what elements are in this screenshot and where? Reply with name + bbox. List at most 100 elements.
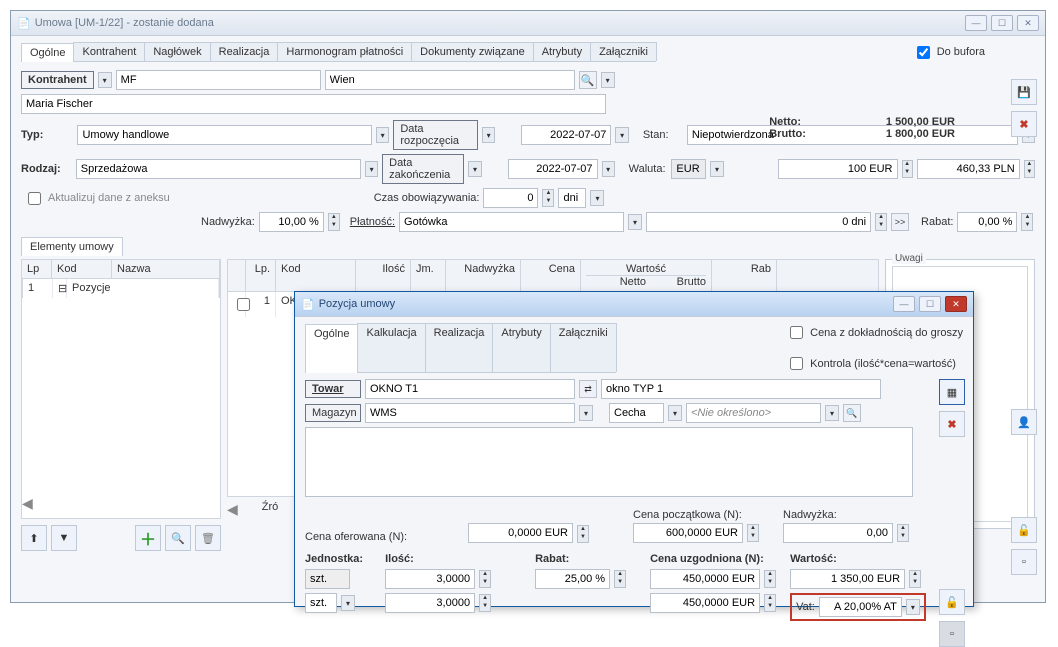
ilosc-input[interactable] [385, 569, 475, 589]
ilosc-spinner2[interactable]: ▲▼ [479, 594, 491, 612]
dlg-tab-zalaczniki[interactable]: Załączniki [550, 323, 617, 372]
wartosc-input[interactable] [790, 569, 905, 589]
data-zak-cal[interactable]: ▾ [602, 161, 615, 177]
tab-atrybuty[interactable]: Atrybuty [533, 42, 591, 61]
typ-dd[interactable]: ▾ [376, 127, 389, 143]
data-zak-dd[interactable]: ▾ [468, 161, 481, 177]
czas-spinner[interactable]: ▲▼ [542, 189, 554, 207]
dlg-rabat-input[interactable] [535, 569, 610, 589]
dlg-nadwyzka-spinner[interactable]: ▲▼ [897, 524, 909, 542]
kontrahent-dropdown[interactable]: ▾ [98, 72, 112, 88]
dlg-grid-icon[interactable]: ▦ [939, 379, 965, 405]
lock-icon[interactable]: 🔓 [1011, 517, 1037, 543]
cecha-dd[interactable]: ▾ [668, 405, 682, 421]
nadwyzka-input[interactable] [259, 212, 324, 232]
czas-input[interactable] [483, 188, 538, 208]
platnosc-dd[interactable]: ▾ [628, 214, 642, 230]
close-button[interactable]: ✕ [1017, 15, 1039, 31]
cena-oferowana-input[interactable] [468, 523, 573, 543]
dlg-lock-icon[interactable]: 🔓 [939, 589, 965, 615]
wartosc-spinner[interactable]: ▲▼ [909, 570, 921, 588]
table-scroll-left[interactable]: ◀ [227, 501, 238, 518]
cena-groszy-checkbox[interactable]: Cena z dokładnością do groszy [786, 323, 963, 342]
minimize-button[interactable]: — [965, 15, 987, 31]
towar-input[interactable] [365, 379, 575, 399]
dlg-rabat-spinner[interactable]: ▲▼ [614, 570, 626, 588]
cecha-val-input[interactable] [686, 403, 821, 423]
waluta-rate-spinner[interactable]: ▲▼ [902, 160, 913, 178]
cena-poczatkowa-input[interactable] [633, 523, 743, 543]
search-icon[interactable]: 🔍 [579, 71, 597, 89]
tab-naglowek[interactable]: Nagłówek [144, 42, 210, 61]
magazyn-button[interactable]: Magazyn [305, 404, 361, 422]
tree-scroll-left[interactable]: ◀ [22, 495, 33, 512]
do-bufora-checkbox[interactable]: Do bufora [913, 43, 985, 62]
dlg-tab-atrybuty[interactable]: Atrybuty [492, 323, 550, 372]
add-button[interactable]: ＋ [135, 525, 161, 551]
waluta-pln-input[interactable] [917, 159, 1020, 179]
czas-unit-dd[interactable]: ▾ [590, 190, 604, 206]
platnosc-label[interactable]: Płatność: [350, 216, 395, 228]
kontrahent-code-input[interactable] [116, 70, 321, 90]
nadwyzka-spinner[interactable]: ▲▼ [328, 213, 340, 231]
cena-poczatkowa-spinner[interactable]: ▲▼ [747, 524, 759, 542]
export-button[interactable]: ⬆ [21, 525, 47, 551]
cena-oferowana-spinner[interactable]: ▲▼ [577, 525, 589, 543]
kontrahent-name-input[interactable] [21, 94, 606, 114]
platnosc-input[interactable] [399, 212, 624, 232]
dlg-tab-ogolne[interactable]: Ogólne [305, 324, 358, 373]
kontrahent-button[interactable]: Kontrahent [21, 71, 94, 89]
rodzaj-dd[interactable]: ▾ [365, 161, 378, 177]
cecha-val-dd[interactable]: ▾ [825, 405, 839, 421]
tag-icon[interactable]: ▫ [1011, 549, 1037, 575]
data-rozp-input[interactable] [521, 125, 611, 145]
elementy-tab[interactable]: Elementy umowy [21, 237, 123, 256]
aktualizuj-input[interactable] [28, 192, 41, 205]
dlg-minimize-button[interactable]: — [893, 296, 915, 312]
dlg-close-button[interactable]: ✕ [945, 296, 967, 312]
data-zak-button[interactable]: Data zakończenia [382, 154, 464, 184]
aktualizuj-checkbox[interactable]: Aktualizuj dane z aneksu [24, 189, 170, 208]
filter-button[interactable]: ▼ [51, 525, 77, 551]
delete-button[interactable]: 🗑 [195, 525, 221, 551]
towar-link-icon[interactable]: ⇄ [579, 380, 597, 398]
kontrahent-city-input[interactable] [325, 70, 575, 90]
data-rozp-cal[interactable]: ▾ [615, 127, 628, 143]
tab-ogolne[interactable]: Ogólne [21, 43, 74, 62]
rabat-input[interactable] [957, 212, 1017, 232]
jednostka-dd[interactable]: ▾ [341, 595, 355, 611]
data-rozp-dd[interactable]: ▾ [482, 127, 495, 143]
dlg-delete-icon[interactable]: ✖ [939, 411, 965, 437]
magazyn-dd[interactable]: ▾ [579, 405, 593, 421]
tab-dokumenty[interactable]: Dokumenty związane [411, 42, 534, 61]
waluta-dd[interactable]: ▾ [710, 161, 723, 177]
rodzaj-input[interactable] [76, 159, 361, 179]
dlg-nadwyzka-input[interactable] [783, 523, 893, 543]
tree-row[interactable]: 1 ⊟ Pozycje [22, 279, 220, 298]
tree-body[interactable]: 1 ⊟ Pozycje ◀ [21, 279, 221, 519]
platnosc-dni-input[interactable] [646, 212, 871, 232]
cena-uzg-spinner2[interactable]: ▲▼ [764, 594, 776, 612]
cecha-label-input[interactable] [609, 403, 664, 423]
tab-realizacja[interactable]: Realizacja [210, 42, 279, 61]
platnosc-dni-spinner[interactable]: ▲▼ [875, 213, 887, 231]
towar-desc-input[interactable] [601, 379, 881, 399]
kontrahent-search-dd[interactable]: ▾ [601, 72, 615, 88]
cancel-icon[interactable]: ✖ [1011, 111, 1037, 137]
search-button[interactable]: 🔍 [165, 525, 191, 551]
tab-harmonogram[interactable]: Harmonogram płatności [277, 42, 412, 61]
kontrola-checkbox[interactable]: Kontrola (ilość*cena=wartość) [786, 354, 963, 373]
towar-button[interactable]: Towar [305, 380, 361, 398]
dlg-flag-icon[interactable]: ▫ [939, 621, 965, 647]
ilosc-spinner[interactable]: ▲▼ [479, 570, 491, 588]
user-icon[interactable]: 👤 [1011, 409, 1037, 435]
data-rozp-button[interactable]: Data rozpoczęcia [393, 120, 478, 150]
vat-input[interactable] [819, 597, 902, 617]
tab-kontrahent[interactable]: Kontrahent [73, 42, 145, 61]
cecha-search-icon[interactable]: 🔍 [843, 404, 861, 422]
tab-zalaczniki[interactable]: Załączniki [590, 42, 657, 61]
czas-unit-input[interactable] [558, 188, 586, 208]
save-icon[interactable]: 💾 [1011, 79, 1037, 105]
dlg-tab-realizacja[interactable]: Realizacja [425, 323, 494, 372]
dlg-tab-kalkulacja[interactable]: Kalkulacja [357, 323, 425, 372]
